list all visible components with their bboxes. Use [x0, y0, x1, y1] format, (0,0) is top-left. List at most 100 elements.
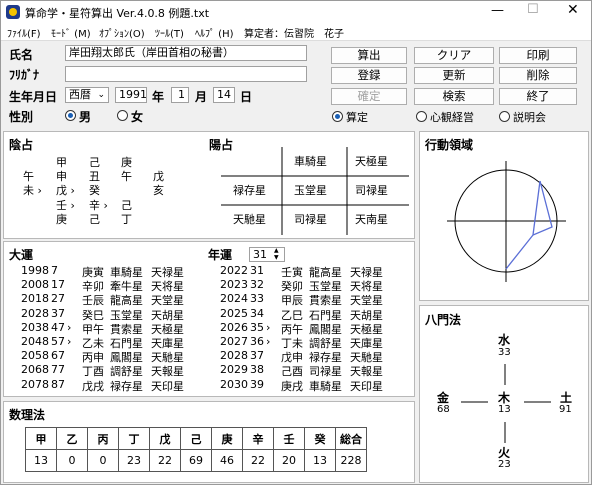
taiun-cell: 37 [51, 306, 65, 320]
close-button[interactable]: ✕ [567, 2, 579, 18]
nenun-cell: 37 [250, 349, 264, 363]
chevron-down-icon: ⌄ [97, 90, 105, 100]
year-field[interactable]: 1991 [115, 87, 147, 103]
yozen-mid-left: 禄存星 [233, 184, 266, 197]
taiun-title: 大運 [9, 248, 34, 262]
minimize-button[interactable]: — [491, 3, 504, 18]
register-button[interactable]: 登録 [331, 67, 407, 84]
taiun-cell: 2038 [21, 320, 49, 334]
suuri-header: 戊 [149, 427, 181, 450]
taiun-cell: 2068 [21, 363, 49, 377]
yozen-top-right: 天極星 [355, 155, 388, 168]
mode-label-setsumei: 説明会 [513, 111, 546, 124]
hachimon-north-label: 水 [498, 333, 511, 347]
menu-help[interactable]: ﾍﾙﾌﾟ (H) [195, 25, 234, 40]
spinner-down-icon[interactable]: ▼ [274, 255, 279, 261]
suuri-value: 22 [149, 449, 181, 472]
print-button[interactable]: 印刷 [499, 47, 577, 64]
suuri-header: 辛 [242, 427, 274, 450]
suuri-value: 0 [87, 449, 119, 472]
kana-field[interactable] [65, 66, 307, 82]
birth-label: 生年月日 [9, 90, 58, 104]
male-radio[interactable] [65, 110, 76, 121]
sex-label: 性別 [9, 110, 34, 124]
search-button[interactable]: 検索 [414, 88, 494, 105]
female-radio[interactable] [117, 110, 128, 121]
taiun-cell: 7 [51, 264, 58, 277]
update-button[interactable]: 更新 [414, 67, 494, 84]
operator-name: 算定者：伝習院 花子 [244, 29, 344, 40]
day-field[interactable]: 14 [213, 87, 235, 103]
suuri-header: 総合 [335, 427, 367, 450]
yozen-top-center: 車騎星 [294, 155, 327, 168]
menu-tool[interactable]: ﾂｰﾙ(T) [155, 25, 184, 40]
name-label: 氏名 [9, 48, 34, 62]
delete-button[interactable]: 削除 [499, 67, 577, 84]
taiun-cell: 2048 [21, 335, 49, 348]
inzen-cell: 己 [89, 213, 100, 226]
suuri-value: 228 [335, 449, 367, 472]
name-field[interactable]: 岸田翔太郎氏（岸田首相の秘書） [65, 45, 307, 61]
taiun-cell: 87 [51, 377, 65, 391]
suuri-header: 丁 [118, 427, 150, 450]
suuri-value: 20 [273, 449, 305, 472]
mode-radio-shinkan[interactable] [416, 111, 427, 122]
nenun-cell: 31 [250, 264, 264, 277]
nenun-cell: 車騎星 [309, 379, 342, 393]
taiun-cell: 57 [51, 335, 65, 348]
confirm-button[interactable]: 確定 [331, 88, 407, 105]
taiun-cell: 77 [51, 363, 65, 377]
hachimon-title: 八門法 [425, 313, 462, 327]
suuri-header: 庚 [211, 427, 243, 450]
suuri-table: 甲乙丙丁戊己庚辛壬癸総合 13 0 0 23 22 69 46 22 20 13 228 [25, 427, 367, 472]
nenun-cell: 天印星 [350, 379, 383, 393]
menu-mode[interactable]: ﾓｰﾄﾞ (M) [51, 25, 91, 40]
mode-radio-setsumei[interactable] [499, 111, 510, 122]
title-bar: 算命学・星符算出 Ver.4.0.8 例題.txt — ☐ ✕ [1, 1, 591, 23]
inzen-title: 陰占 [9, 138, 34, 152]
suuri-header: 己 [180, 427, 212, 450]
nenun-cell: 2027 [220, 335, 248, 348]
day-unit: 日 [240, 90, 253, 104]
nenun-cell: 34 [250, 306, 264, 320]
nenun-cell: 庚戌 [281, 379, 303, 393]
era-select[interactable]: 西暦 ⌄ [65, 87, 109, 103]
nenun-cell: 36 [250, 335, 264, 348]
taiun-cell: 2018 [21, 292, 49, 306]
menu-option[interactable]: ｵﾌﾟｼｮﾝ(O) [99, 25, 145, 40]
month-field[interactable]: 1 [171, 87, 189, 103]
nenun-cell: 2023 [220, 278, 248, 292]
suuri-value: 69 [180, 449, 212, 472]
suuri-value: 0 [56, 449, 88, 472]
nenun-cell: 2024 [220, 292, 248, 306]
exit-button[interactable]: 終了 [499, 88, 577, 105]
mode-radio-santei[interactable] [332, 111, 343, 122]
nenun-cell: 38 [250, 363, 264, 377]
inzen-cell: 午 [121, 170, 132, 183]
nenun-cell: 2030 [220, 377, 248, 391]
suuri-header: 壬 [273, 427, 305, 450]
nenun-count-field[interactable]: 31 [249, 247, 285, 262]
nenun-cell: 2022 [220, 264, 248, 277]
taiun-cell: 17 [51, 278, 65, 292]
nenun-cell: 33 [250, 292, 264, 306]
taiun-cell: 67 [51, 349, 65, 363]
era-value: 西暦 [69, 88, 91, 101]
suuri-value: 13 [25, 449, 57, 472]
taiun-cell: › [67, 320, 72, 334]
calc-button[interactable]: 算出 [331, 47, 407, 64]
female-label: 女 [131, 110, 144, 124]
menu-file[interactable]: ﾌｧｲﾙ(F) [7, 25, 41, 40]
maximize-button[interactable]: ☐ [527, 2, 539, 17]
mode-label-shinkan: 心観経営 [430, 111, 474, 124]
nenun-cell: 2025 [220, 306, 248, 320]
suuri-header: 丙 [87, 427, 119, 450]
clear-button[interactable]: クリア [414, 47, 494, 64]
yozen-mid-right: 司禄星 [355, 184, 388, 197]
suuri-value: 23 [118, 449, 150, 472]
taiun-cell: 27 [51, 292, 65, 306]
taiun-cell: 2058 [21, 349, 49, 363]
taiun-cell: 2078 [21, 377, 49, 391]
nenun-cell: 2026 [220, 320, 248, 334]
inzen-cell: 癸 [89, 184, 100, 197]
